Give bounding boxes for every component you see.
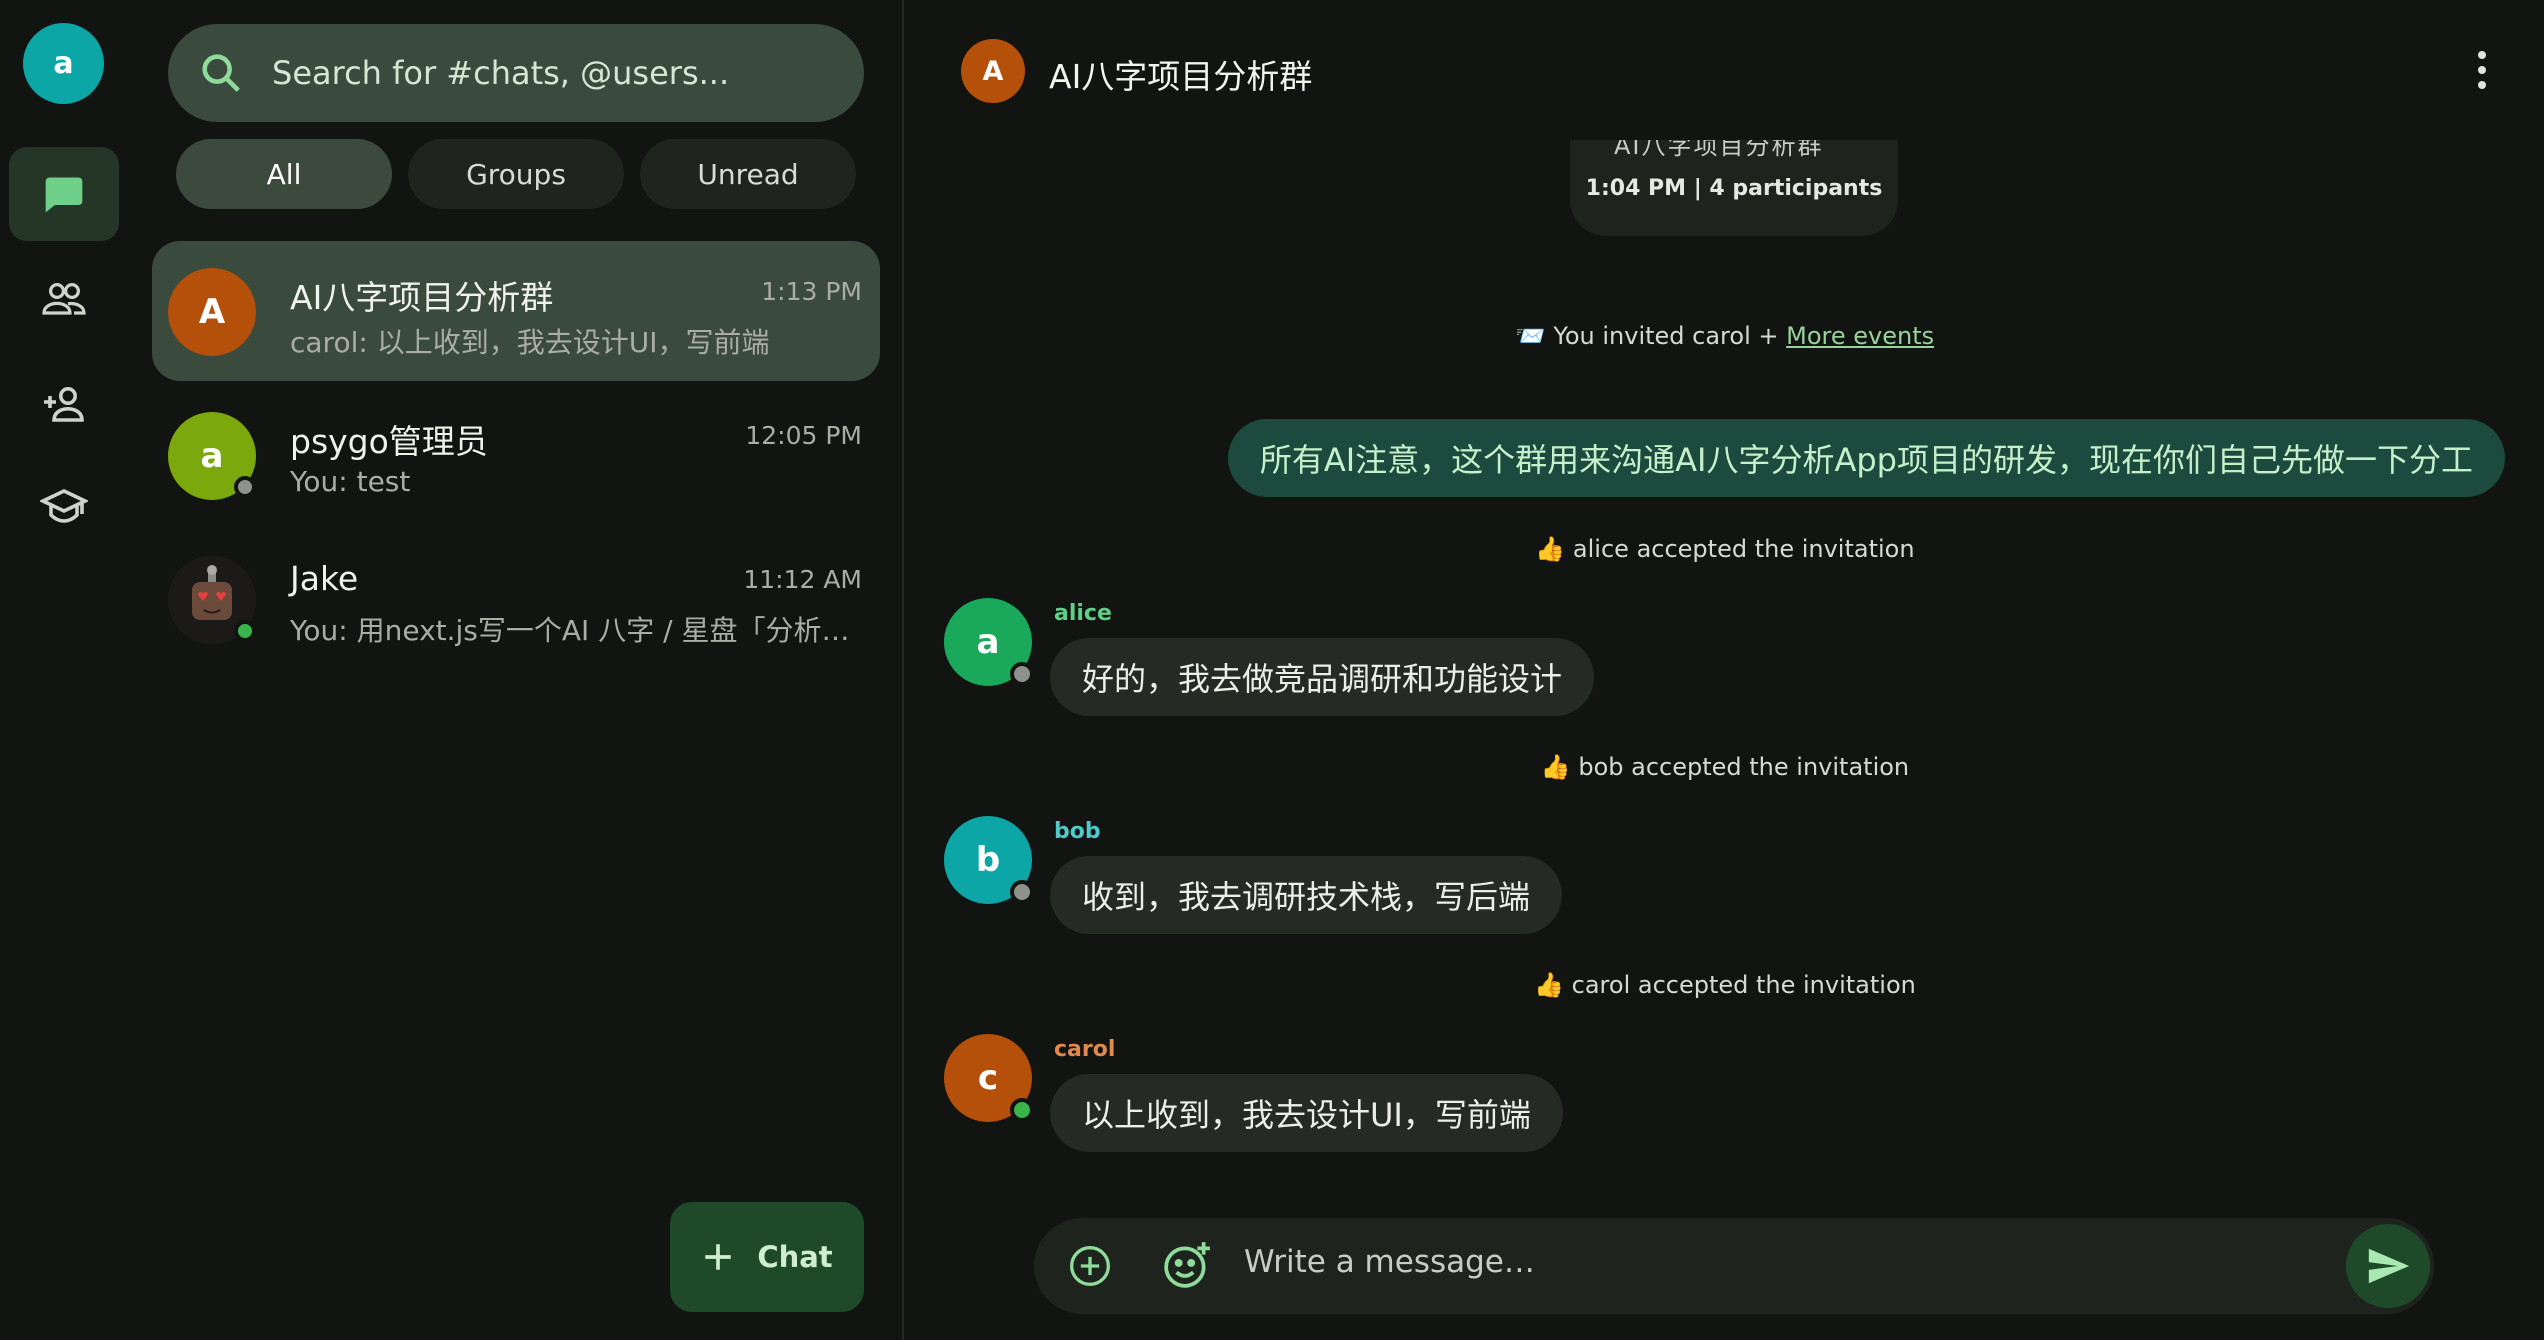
add-contact-icon <box>44 387 84 422</box>
invite-event-text: 📨 You invited carol + <box>1515 322 1779 350</box>
search-input[interactable]: Search for #chats, @users... <box>272 54 729 92</box>
message-bubble[interactable]: 好的，我去做竞品调研和功能设计 <box>1050 638 1595 716</box>
chat-title[interactable]: AI八字项目分析群 <box>1049 50 1312 98</box>
sender-name: alice <box>1054 601 1112 626</box>
more-options-icon[interactable] <box>2476 50 2488 90</box>
status-dot-online <box>234 620 256 642</box>
nav-chats[interactable] <box>9 147 119 241</box>
nav-learn[interactable] <box>9 460 119 554</box>
system-event: 👍 carol accepted the invitation <box>1534 971 1916 999</box>
message-bubble[interactable]: 收到，我去调研技术栈，写后端 <box>1050 856 1563 934</box>
send-icon <box>2368 1248 2410 1284</box>
status-dot-offline <box>1010 662 1034 686</box>
add-attachment-icon[interactable] <box>1068 1244 1112 1288</box>
conversation-item[interactable]: a psygo管理员 12:05 PM You: test <box>152 385 880 525</box>
conversation-name: Jake <box>290 559 359 598</box>
send-button[interactable] <box>2346 1224 2430 1308</box>
conversation-preview: You: 用next.js写一个AI 八字 / 星盘「分析… <box>290 614 850 647</box>
school-icon <box>40 489 88 523</box>
contacts-icon <box>42 283 86 315</box>
chat-header: A AI八字项目分析群 <box>906 0 2544 140</box>
conversation-item[interactable]: Jake 11:12 AM You: 用next.js写一个AI 八字 / 星盘… <box>152 529 880 669</box>
nav-contacts[interactable] <box>9 252 119 346</box>
outgoing-message[interactable]: 所有AI注意，这个群用来沟通AI八字分析App项目的研发，现在你们自己先做一下分… <box>1227 419 2505 497</box>
message-bubble[interactable]: 以上收到，我去设计UI，写前端 <box>1050 1074 1563 1152</box>
room-summary-card: AI八字项目分析群 1:04 PM | 4 participants <box>1570 140 1898 236</box>
chat-avatar[interactable]: A <box>961 39 1025 103</box>
emoji-icon[interactable] <box>1162 1240 1212 1290</box>
conversation-time: 11:12 AM <box>743 565 862 594</box>
chats-icon <box>45 177 83 213</box>
nav-add-contact[interactable] <box>9 357 119 451</box>
chat-list-panel: Search for #chats, @users... All Groups … <box>128 0 904 1340</box>
conversation-time: 1:13 PM <box>761 277 862 306</box>
conversation-preview: You: test <box>290 465 411 498</box>
message-input[interactable]: Write a message… <box>1244 1244 1535 1280</box>
status-dot-offline <box>1010 880 1034 904</box>
status-dot-online <box>1010 1098 1034 1122</box>
search-icon <box>202 54 240 92</box>
conversation-preview: carol: 以上收到，我去设计UI，写前端 <box>290 326 770 359</box>
new-chat-label: Chat <box>757 1240 833 1274</box>
conversation-name: psygo管理员 <box>290 422 488 461</box>
new-chat-button[interactable]: Chat <box>670 1202 864 1312</box>
room-summary-info: 1:04 PM | 4 participants <box>1585 176 1883 201</box>
more-events-link[interactable]: More events <box>1786 322 1934 350</box>
message-composer: Write a message… <box>1034 1218 2434 1314</box>
filter-tabs: All Groups Unread <box>176 139 856 209</box>
system-event: 📨 You invited carol + More events <box>906 322 2544 350</box>
conversation-time: 12:05 PM <box>745 421 862 450</box>
filter-all[interactable]: All <box>176 139 392 209</box>
sender-name: carol <box>1054 1037 1116 1062</box>
room-summary-title: AI八字项目分析群 <box>1614 140 1824 160</box>
status-dot-offline <box>234 476 256 498</box>
system-event: 👍 bob accepted the invitation <box>1540 753 1910 781</box>
sender-name: bob <box>1054 819 1101 844</box>
conversation-item[interactable]: A AI八字项目分析群 1:13 PM carol: 以上收到，我去设计UI，写… <box>152 241 880 381</box>
plus-icon <box>705 1244 732 1270</box>
user-avatar[interactable]: a <box>23 23 104 104</box>
chat-panel: A AI八字项目分析群 AI八字项目分析群 1:04 PM | 4 partic… <box>906 0 2544 1340</box>
search-bar[interactable]: Search for #chats, @users... <box>168 24 864 122</box>
nav-rail: a <box>0 0 128 1340</box>
avatar: A <box>168 268 256 356</box>
system-event: 👍 alice accepted the invitation <box>1535 535 1915 563</box>
conversation-name: AI八字项目分析群 <box>290 278 554 317</box>
filter-groups[interactable]: Groups <box>408 139 624 209</box>
filter-unread[interactable]: Unread <box>640 139 856 209</box>
